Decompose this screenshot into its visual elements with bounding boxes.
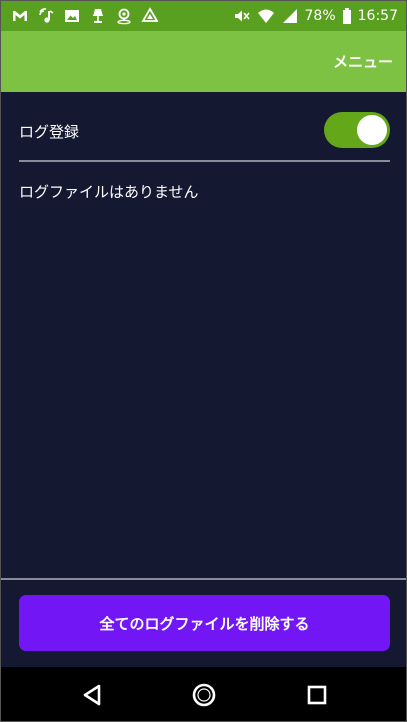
status-right: 78% 16:57 bbox=[233, 6, 398, 26]
status-bar: 78% 16:57 bbox=[1, 1, 406, 31]
battery-percent: 78% bbox=[304, 8, 336, 24]
image-icon bbox=[63, 7, 81, 25]
empty-log-message: ログファイルはありません bbox=[19, 183, 199, 201]
status-left-icons bbox=[11, 6, 159, 26]
lamp-icon bbox=[89, 7, 107, 25]
menu-button[interactable]: メニュー bbox=[333, 51, 393, 72]
nfc-music-icon bbox=[37, 7, 55, 25]
navigation-bar bbox=[1, 667, 406, 721]
mute-icon bbox=[233, 7, 251, 25]
log-setting-row: ログ登録 bbox=[19, 112, 390, 150]
home-icon[interactable] bbox=[190, 681, 218, 709]
gmail-icon bbox=[11, 7, 29, 25]
app-bar: メニュー bbox=[1, 31, 406, 92]
delete-all-logs-button[interactable]: 全てのログファイルを削除する bbox=[19, 595, 390, 651]
divider bbox=[19, 160, 390, 162]
back-icon[interactable] bbox=[79, 681, 107, 709]
toggle-knob bbox=[357, 115, 387, 145]
wifi-icon bbox=[257, 7, 275, 25]
clock: 16:57 bbox=[357, 8, 398, 24]
location-icon bbox=[115, 7, 133, 25]
signal-icon bbox=[281, 7, 299, 25]
footer: 全てのログファイルを削除する bbox=[1, 580, 406, 667]
battery-icon bbox=[342, 7, 352, 25]
log-toggle-switch[interactable] bbox=[324, 112, 390, 148]
drive-icon bbox=[141, 7, 159, 25]
recent-apps-icon[interactable] bbox=[303, 681, 331, 709]
app-frame: 78% 16:57 メニュー ログ登録 ログファイルはありません 全てのログファ… bbox=[0, 0, 407, 722]
main-content: ログ登録 ログファイルはありません bbox=[1, 92, 406, 578]
log-toggle-label: ログ登録 bbox=[19, 123, 80, 141]
